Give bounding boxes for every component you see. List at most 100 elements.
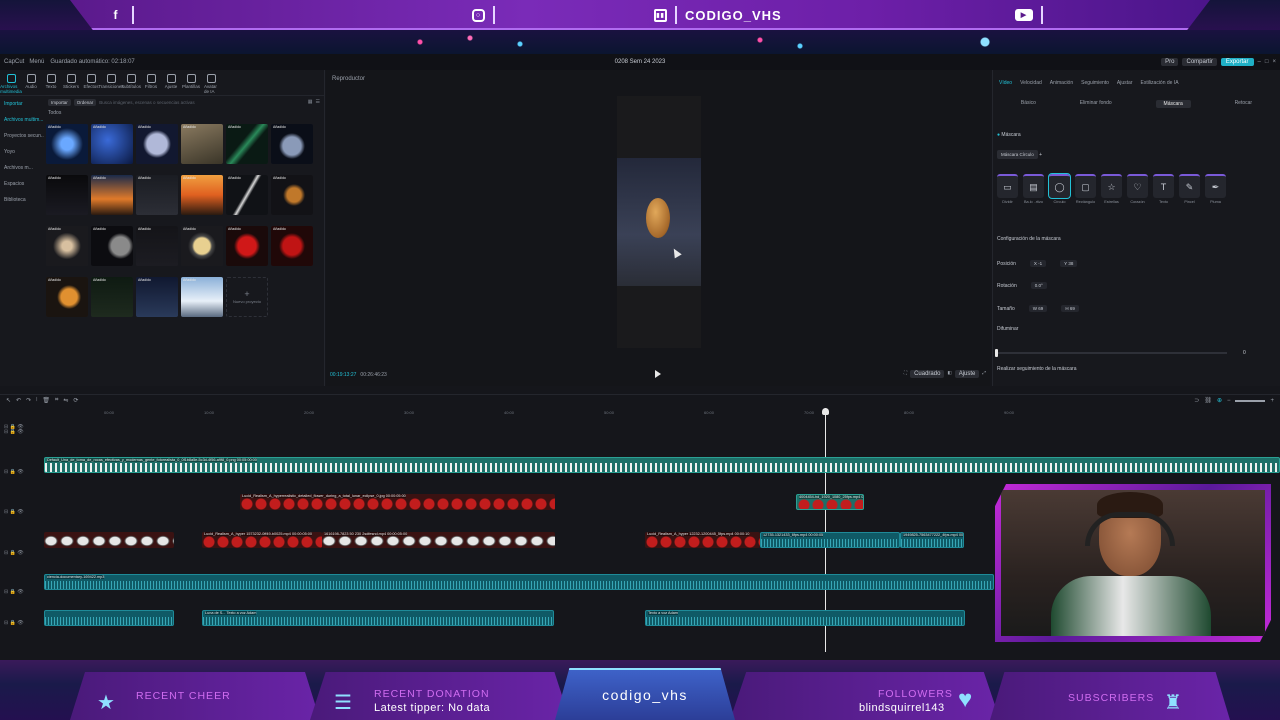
blur-slider[interactable] xyxy=(995,349,1227,357)
timeline-clip[interactable]: 4004454-hd_1920_1080_25fps.mp4 00:00:10 xyxy=(796,494,864,510)
tool-transitions[interactable]: Transiciones xyxy=(98,74,124,95)
timeline-clip[interactable]: Lucid_Realism_A_hyper 1573232-0ff49-b002… xyxy=(202,532,322,548)
media-thumbnail[interactable]: Añadido xyxy=(271,226,313,266)
media-thumbnail[interactable]: Añadido xyxy=(181,124,223,164)
rotate-icon[interactable]: ⟳ xyxy=(73,397,78,404)
media-thumbnail[interactable]: Añadido xyxy=(46,124,88,164)
player-adjust-button[interactable]: Ajuste xyxy=(954,370,980,378)
mask-circle[interactable]: ◯ Círculo xyxy=(1048,173,1071,204)
adjust-icon[interactable]: ◧ xyxy=(947,370,951,378)
timeline-clip[interactable]: Texto a voz Adam xyxy=(645,610,965,626)
media-thumbnail[interactable]: Añadido xyxy=(46,226,88,266)
position-x-input[interactable]: X -1 xyxy=(1029,260,1047,267)
undo-icon[interactable]: ↶ xyxy=(16,397,21,404)
mask-split[interactable]: ▭ Dividir xyxy=(997,174,1018,204)
timeline-clip[interactable]: Luna de S... Texto a voz Adam xyxy=(202,610,554,626)
mask-rectangle[interactable]: ▢ Rectángulo xyxy=(1075,174,1096,204)
mask-tracking-note[interactable]: Realizar seguimiento de la máscara xyxy=(997,366,1076,372)
timeline-clip[interactable]: 12735-1321433_6fps.mp4 00:00:05 xyxy=(760,532,900,548)
video-preview[interactable] xyxy=(617,96,701,348)
mask-section-title[interactable]: ● Máscara xyxy=(997,132,1021,138)
timeline-clip[interactable]: Default_Una_de_toma_de_rocas_efectivas_y… xyxy=(44,457,1280,473)
preview-axis-icon[interactable]: ⊕ xyxy=(1217,397,1222,404)
import-button[interactable]: Importar xyxy=(48,98,71,106)
media-thumbnail[interactable]: Añadido xyxy=(91,175,133,215)
mask-star[interactable]: ☆ Estrellas xyxy=(1101,174,1122,204)
timeline-clip[interactable]: ciencia-documentary-169422.mp3 xyxy=(44,574,994,590)
media-thumbnail[interactable]: Añadido xyxy=(136,226,178,266)
mirror-icon[interactable]: ⇋ xyxy=(63,397,68,404)
tool-adjust[interactable]: Ajuste xyxy=(164,74,178,95)
timeline-clip[interactable]: 1949825-7563477222_4fps.mp4 00:00:10 xyxy=(900,532,964,548)
zoom-slider[interactable] xyxy=(1235,399,1266,402)
zoom-out-icon[interactable]: − xyxy=(1227,398,1231,404)
tab-ai-style[interactable]: Estilización de IA xyxy=(1140,80,1178,86)
subtab-retouch[interactable]: Retocar xyxy=(1235,100,1253,108)
tool-stickers[interactable]: Stickers xyxy=(63,74,79,95)
media-thumbnail[interactable]: Añadido xyxy=(271,175,313,215)
media-thumbnail[interactable]: Añadido xyxy=(136,277,178,317)
magnet-icon[interactable]: ⊃ xyxy=(1194,397,1199,404)
rotation-input[interactable]: 0.0° xyxy=(1030,282,1047,289)
sidebar-item-media-files[interactable]: Archivos multim... xyxy=(0,112,44,128)
select-tool-icon[interactable]: ↖ xyxy=(6,397,11,404)
blur-slider-knob[interactable] xyxy=(995,349,998,357)
add-icon[interactable]: + xyxy=(1039,152,1042,158)
track-controls[interactable]: ⊟ 🔒 👁 xyxy=(4,620,24,626)
tool-ai-avatar[interactable]: Avatar de IA xyxy=(204,74,218,95)
redo-icon[interactable]: ↷ xyxy=(26,397,31,404)
mask-band[interactable]: ▤ Ba.lo ..rtizo xyxy=(1023,174,1044,204)
media-thumbnail[interactable]: Añadido xyxy=(46,277,88,317)
link-icon[interactable]: ⛓ xyxy=(1204,397,1212,404)
playhead-handle[interactable] xyxy=(822,408,829,415)
media-thumbnail[interactable]: Añadido xyxy=(91,277,133,317)
tab-animation[interactable]: Animación xyxy=(1050,80,1073,86)
timeline-clip[interactable]: 1616198-7823 50 230 2sdfesnd.mp4 00:00:0… xyxy=(322,532,555,548)
track-controls[interactable]: ⊟ 🔒 👁 xyxy=(4,429,24,435)
media-thumbnail[interactable]: Añadido xyxy=(136,175,178,215)
media-thumbnail[interactable]: Añadido xyxy=(181,226,223,266)
grid-view-icon[interactable]: ▦ xyxy=(308,99,313,105)
sidebar-item-library[interactable]: Biblioteca xyxy=(0,192,44,208)
all-filter-label[interactable]: Todos xyxy=(44,108,324,118)
tab-video[interactable]: Vídeo xyxy=(999,80,1012,86)
tool-audio[interactable]: Audio xyxy=(24,74,38,95)
fullscreen-icon[interactable]: ⛶ xyxy=(904,370,907,378)
tool-effects[interactable]: Efectos xyxy=(84,74,99,95)
aspect-ratio-button[interactable]: Cuadrado xyxy=(910,370,945,378)
media-thumbnail[interactable]: Añadido xyxy=(226,226,268,266)
timeline-clip[interactable]: Lucid_Realism_A_hyperrealistic_detailed_… xyxy=(240,494,555,510)
subtab-remove-bg[interactable]: Eliminar fondo xyxy=(1080,100,1112,108)
crop-icon[interactable]: ⌗ xyxy=(55,397,58,404)
sidebar-item-spaces[interactable]: Espacios xyxy=(0,176,44,192)
media-search-input[interactable]: Busca imágenes, escenas o secuencias act… xyxy=(99,100,305,105)
media-thumbnail[interactable]: Añadido xyxy=(226,124,268,164)
mask-heart[interactable]: ♡ Corazón xyxy=(1127,174,1148,204)
mask-pen[interactable]: ✒ Pluma xyxy=(1205,174,1226,204)
sort-button[interactable]: Ordenar xyxy=(73,98,97,106)
play-icon[interactable] xyxy=(655,370,661,378)
media-thumbnail[interactable]: Añadido xyxy=(91,124,133,164)
media-thumbnail[interactable]: Añadido xyxy=(46,175,88,215)
tool-templates[interactable]: Plantillas xyxy=(182,74,200,95)
timeline-clip[interactable] xyxy=(44,532,174,548)
tool-text[interactable]: Texto xyxy=(44,74,58,95)
track-controls[interactable]: ⊟ 🔒 👁 xyxy=(4,509,24,515)
delete-icon[interactable]: 🗑 xyxy=(42,397,50,404)
position-y-input[interactable]: Y 38 xyxy=(1060,260,1078,267)
subtab-basic[interactable]: Básico xyxy=(1021,100,1036,108)
media-thumbnail[interactable]: Añadido xyxy=(271,124,313,164)
zoom-in-icon[interactable]: + xyxy=(1270,398,1274,404)
tool-media[interactable]: Archivos multimedia xyxy=(0,74,22,95)
tab-adjust[interactable]: Ajustar xyxy=(1117,80,1133,86)
tab-tracking[interactable]: Seguimiento xyxy=(1081,80,1109,86)
sidebar-item-yoyo[interactable]: Yoyo xyxy=(0,144,44,160)
subtab-mask[interactable]: Máscara xyxy=(1155,100,1191,108)
add-media-tile[interactable]: + Nuevo proyecto xyxy=(226,277,268,317)
media-thumbnail[interactable]: Añadido xyxy=(181,277,223,317)
timeline-clip[interactable] xyxy=(44,610,174,626)
expand-icon[interactable]: ⤢ xyxy=(982,370,986,378)
media-thumbnail[interactable]: Añadido xyxy=(226,175,268,215)
sidebar-item-projects[interactable]: Proyectos secun... xyxy=(0,128,44,144)
track-controls[interactable]: ⊟ 🔒 👁 xyxy=(4,550,24,556)
